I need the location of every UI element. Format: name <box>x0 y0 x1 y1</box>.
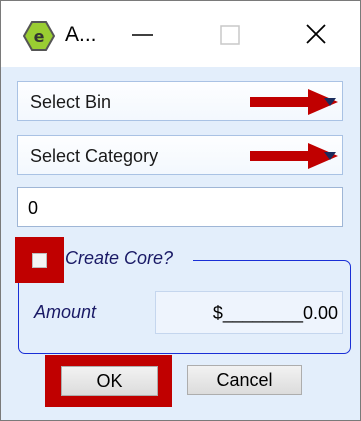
title-bar: e A... <box>1 1 360 67</box>
create-core-checkbox[interactable] <box>32 253 47 268</box>
amount-label: Amount <box>34 302 97 322</box>
quantity-value: 0 <box>28 198 39 218</box>
bin-select[interactable]: Select Bin <box>17 81 343 121</box>
cancel-button[interactable]: Cancel <box>187 365 302 395</box>
close-button[interactable] <box>293 15 339 55</box>
chevron-down-icon[interactable] <box>324 152 336 160</box>
add-dialog-window: e A... Select Bin Select Category 0 Crea… <box>0 0 361 421</box>
create-core-label[interactable]: Create Core? <box>65 248 173 269</box>
bin-select-value: Select Bin <box>30 92 112 112</box>
category-select[interactable]: Select Category <box>17 135 343 175</box>
quantity-input[interactable]: 0 <box>17 187 343 227</box>
minimize-button[interactable] <box>119 15 165 55</box>
ok-button[interactable]: OK <box>61 366 158 396</box>
svg-text:e: e <box>34 27 45 46</box>
maximize-button[interactable] <box>207 15 253 55</box>
app-logo-icon: e <box>22 21 56 51</box>
amount-input[interactable]: $________0.00 <box>155 291 343 334</box>
chevron-down-icon[interactable] <box>324 98 336 106</box>
amount-value: $________0.00 <box>212 303 338 323</box>
window-title: A... <box>65 23 97 46</box>
category-select-value: Select Category <box>30 146 159 166</box>
